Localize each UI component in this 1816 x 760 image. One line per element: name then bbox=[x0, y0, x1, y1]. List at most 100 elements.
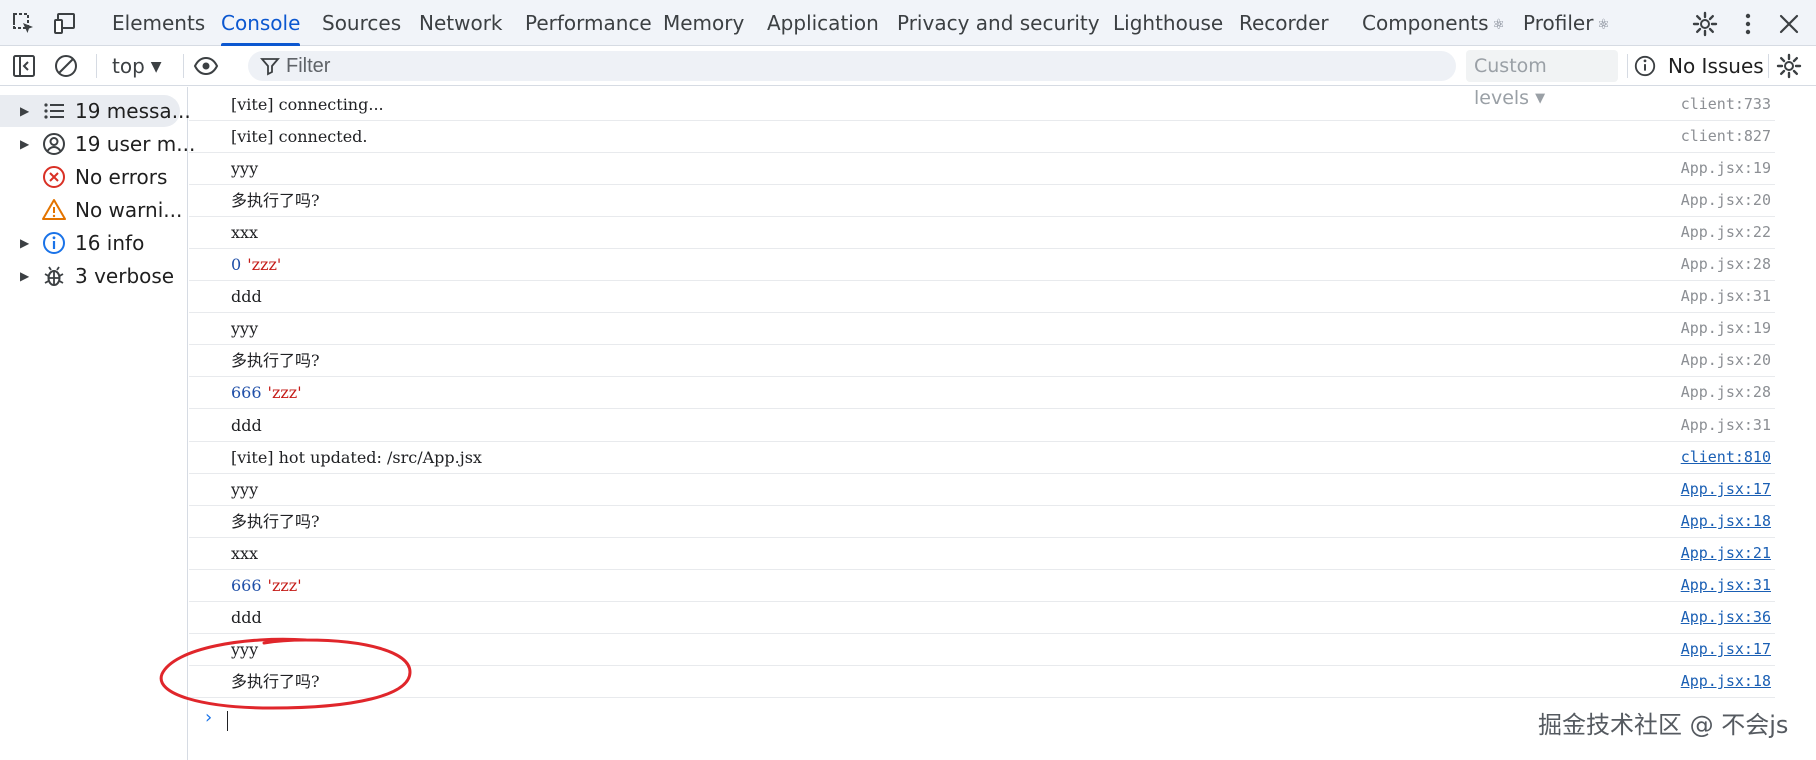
tab-label: Sources bbox=[322, 11, 402, 35]
source-location-link[interactable]: App.jsx:31 bbox=[1681, 281, 1771, 312]
source-location-link[interactable]: App.jsx:19 bbox=[1681, 153, 1771, 184]
source-location-link[interactable]: App.jsx:22 bbox=[1681, 217, 1771, 248]
tab-label: Performance bbox=[525, 11, 652, 35]
console-message-row: 666 'zzz' App.jsx:28 bbox=[189, 377, 1775, 409]
info-icon bbox=[42, 231, 66, 255]
expand-triangle-icon[interactable]: ▶ bbox=[20, 128, 29, 160]
source-location-link[interactable]: client:827 bbox=[1681, 121, 1771, 152]
source-location-link[interactable]: App.jsx:18 bbox=[1681, 506, 1771, 537]
inspect-element-icon[interactable] bbox=[11, 11, 37, 37]
devtools-tab-bar: Elements Console Sources Network Performance… bbox=[0, 0, 1816, 46]
react-icon: ⚛ bbox=[1492, 17, 1506, 33]
more-options-icon[interactable] bbox=[1735, 11, 1761, 37]
console-settings-gear-icon[interactable] bbox=[1776, 53, 1802, 79]
tab-network[interactable]: Network bbox=[419, 0, 503, 46]
source-location-link[interactable]: App.jsx:20 bbox=[1681, 185, 1771, 216]
device-toolbar-icon[interactable] bbox=[52, 11, 78, 37]
sidebar-item-warning[interactable]: No warni... bbox=[0, 194, 183, 226]
console-message-text: ddd bbox=[231, 608, 262, 627]
logged-string: 'zzz' bbox=[267, 383, 302, 402]
sidebar-item-list[interactable]: ▶ 19 messa... bbox=[0, 95, 191, 127]
settings-gear-icon[interactable] bbox=[1692, 11, 1718, 37]
console-message-text: [vite] hot updated: /src/App.jsx bbox=[231, 448, 482, 467]
warning-icon bbox=[42, 198, 66, 222]
execution-context-select[interactable]: top ▼ bbox=[112, 50, 162, 82]
console-message-text: [vite] connected. bbox=[231, 127, 368, 146]
filter-input[interactable] bbox=[286, 51, 1436, 81]
source-location-link[interactable]: client:810 bbox=[1681, 442, 1771, 473]
console-message-text: xxx bbox=[231, 223, 259, 242]
clear-console-icon[interactable] bbox=[53, 53, 79, 79]
logged-number: 666 bbox=[231, 576, 262, 595]
issues-button[interactable]: No Issues bbox=[1668, 50, 1764, 82]
tab-label: Console bbox=[221, 11, 301, 35]
tab-recorder[interactable]: Recorder bbox=[1239, 0, 1329, 46]
tab-elements[interactable]: Elements bbox=[112, 0, 205, 46]
console-message-row: xxx App.jsx:22 bbox=[189, 217, 1775, 249]
source-location-link[interactable]: App.jsx:19 bbox=[1681, 313, 1771, 344]
expand-triangle-icon[interactable]: ▶ bbox=[20, 227, 29, 259]
tab-lighthouse[interactable]: Lighthouse bbox=[1113, 0, 1223, 46]
console-message-row: [vite] hot updated: /src/App.jsx client:8… bbox=[189, 442, 1775, 474]
tab-profiler[interactable]: Profiler ⚛ bbox=[1523, 0, 1610, 46]
close-icon[interactable] bbox=[1776, 11, 1802, 37]
expand-triangle-icon[interactable]: ▶ bbox=[20, 260, 29, 292]
console-message-text: xxx bbox=[231, 544, 259, 563]
sidebar-toggle-icon[interactable] bbox=[11, 53, 37, 79]
console-message-row: 多执行了吗? App.jsx:20 bbox=[189, 345, 1775, 377]
source-location-link[interactable]: App.jsx:28 bbox=[1681, 377, 1771, 408]
tab-label: Profiler bbox=[1523, 11, 1594, 35]
source-location-link[interactable]: App.jsx:31 bbox=[1681, 410, 1771, 441]
expand-triangle-icon[interactable]: ▶ bbox=[20, 95, 29, 127]
console-message-text: 666 'zzz' bbox=[231, 570, 302, 601]
tab-label: Elements bbox=[112, 11, 206, 35]
text-cursor bbox=[227, 711, 228, 731]
tab-label: Lighthouse bbox=[1113, 11, 1224, 35]
console-message-row: yyy App.jsx:19 bbox=[189, 153, 1775, 185]
sidebar-item-user-circle[interactable]: ▶ 19 user m... bbox=[0, 128, 195, 160]
tab-console[interactable]: Console bbox=[221, 0, 301, 46]
tab-performance[interactable]: Performance bbox=[525, 0, 652, 46]
sidebar-item-label: 19 user m... bbox=[75, 132, 196, 156]
console-toolbar: top ▼ Custom levels▼ No Issues bbox=[0, 46, 1816, 109]
logged-number: 0 bbox=[231, 255, 242, 274]
source-location-link[interactable]: App.jsx:18 bbox=[1681, 666, 1771, 697]
sidebar-item-bug[interactable]: ▶ 3 verbose bbox=[0, 260, 180, 292]
source-location-link[interactable]: App.jsx:17 bbox=[1681, 474, 1771, 505]
console-message-row: 多执行了吗? App.jsx:18 bbox=[189, 506, 1775, 538]
tab-memory[interactable]: Memory bbox=[663, 0, 744, 46]
sidebar-item-error[interactable]: No errors bbox=[0, 161, 180, 193]
tab-sources[interactable]: Sources bbox=[322, 0, 401, 46]
source-location-link[interactable]: App.jsx:20 bbox=[1681, 345, 1771, 376]
source-location-link[interactable]: App.jsx:21 bbox=[1681, 538, 1771, 569]
console-message-text: 多执行了吗? bbox=[231, 191, 320, 210]
tab-privacy-and-security[interactable]: Privacy and security bbox=[897, 0, 1100, 46]
toolbar-divider bbox=[1627, 54, 1628, 78]
tab-application[interactable]: Application bbox=[767, 0, 879, 46]
source-location-link[interactable]: App.jsx:17 bbox=[1681, 634, 1771, 665]
tab-label: Network bbox=[419, 11, 503, 35]
tab-components[interactable]: Components ⚛ bbox=[1362, 0, 1505, 46]
red-annotation-circle bbox=[159, 637, 412, 710]
source-location-link[interactable]: App.jsx:36 bbox=[1681, 602, 1771, 633]
console-message-row: yyy App.jsx:17 bbox=[189, 634, 1775, 666]
logged-string: 'zzz' bbox=[267, 576, 302, 595]
sidebar-item-label: 3 verbose bbox=[75, 264, 175, 288]
filter-field[interactable] bbox=[248, 51, 1456, 81]
source-location-link[interactable]: client:733 bbox=[1681, 89, 1771, 120]
live-expression-eye-icon[interactable] bbox=[193, 53, 219, 79]
console-message-text: yyy bbox=[231, 319, 259, 338]
chevron-down-icon: ▼ bbox=[150, 59, 162, 75]
console-message-row: xxx App.jsx:21 bbox=[189, 538, 1775, 570]
source-location-link[interactable]: App.jsx:31 bbox=[1681, 570, 1771, 601]
issues-label: No Issues bbox=[1668, 54, 1764, 78]
logged-string: 'zzz' bbox=[247, 255, 282, 274]
console-message-row: yyy App.jsx:17 bbox=[189, 474, 1775, 506]
console-message-text: yyy bbox=[231, 159, 259, 178]
source-location-link[interactable]: App.jsx:28 bbox=[1681, 249, 1771, 280]
tab-label: Components bbox=[1362, 11, 1489, 35]
watermark: 掘金技术社区 @ 不会js bbox=[1538, 711, 1789, 739]
sidebar-item-info[interactable]: ▶ 16 info bbox=[0, 227, 180, 259]
sidebar-item-label: No warni... bbox=[75, 198, 183, 222]
log-levels-dropdown[interactable]: Custom levels ▼ bbox=[1466, 50, 1618, 109]
